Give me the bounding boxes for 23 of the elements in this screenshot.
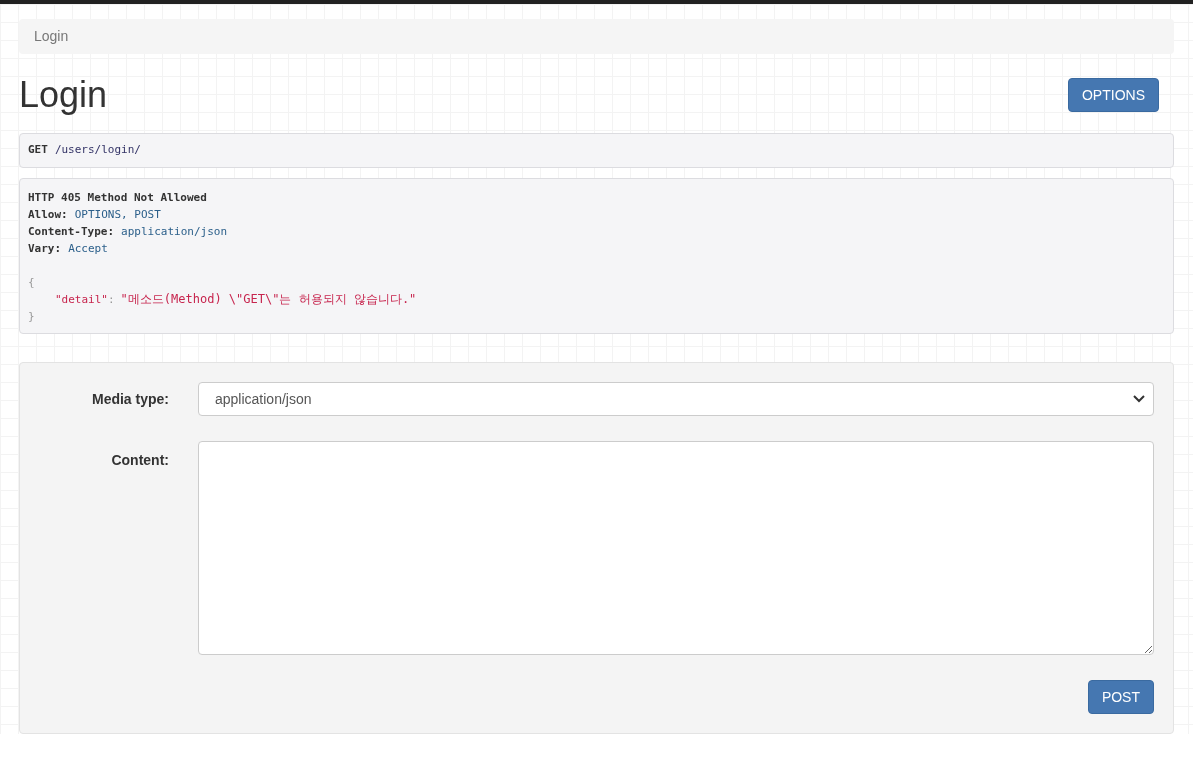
- header-name: Vary:: [28, 241, 62, 257]
- breadcrumb-item[interactable]: Login: [34, 26, 69, 47]
- request-method: GET: [28, 142, 48, 159]
- json-brace: }: [28, 309, 35, 325]
- json-colon: :: [108, 292, 115, 308]
- request-path: /users/login/: [54, 142, 141, 159]
- status-line: HTTP 405 Method Not Allowed: [28, 190, 207, 206]
- header-name: Content-Type:: [28, 224, 115, 240]
- media-type-select[interactable]: application/json: [198, 382, 1154, 416]
- header-value: application/json: [121, 224, 228, 240]
- header-name: Allow:: [28, 207, 68, 223]
- content-textarea[interactable]: [198, 441, 1154, 655]
- post-button[interactable]: POST: [1087, 680, 1154, 714]
- page-title: Login: [19, 77, 108, 113]
- field-label: Content:: [110, 451, 170, 470]
- json-value: "메소드(Method) \"GET\"는 허용되지 않습니다.": [120, 291, 417, 308]
- chevron-down-icon: [1133, 395, 1145, 403]
- options-button[interactable]: OPTIONS: [1068, 78, 1159, 112]
- field-label: Media type:: [91, 389, 170, 409]
- json-key: "detail": [55, 291, 108, 308]
- header-value: Accept: [68, 241, 108, 257]
- header-value: OPTIONS, POST: [74, 207, 161, 223]
- json-brace: {: [28, 275, 35, 291]
